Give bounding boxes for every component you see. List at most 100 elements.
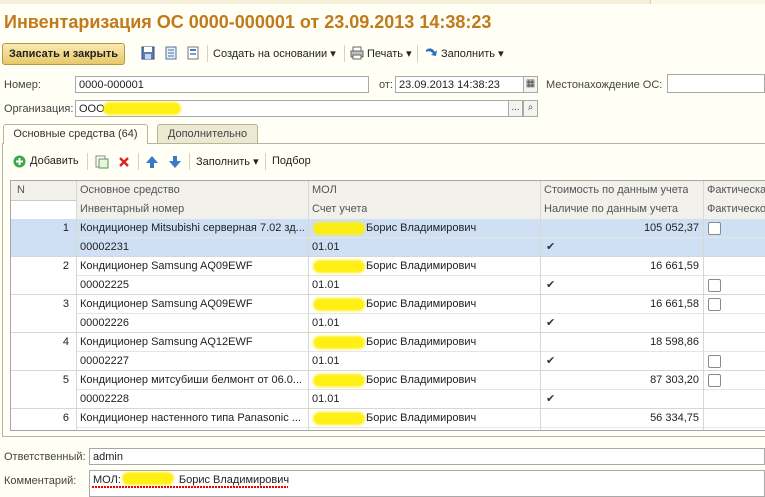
tab-additional[interactable]: Дополнительно	[157, 124, 258, 143]
create-based-on-label: Создать на основании	[213, 48, 328, 60]
header-inventory-number[interactable]: Инвентарный номер	[76, 200, 184, 219]
save-and-close-button[interactable]: Записать и закрыть	[2, 43, 126, 65]
presence-check-icon: ✔	[546, 241, 556, 253]
row-number: 2	[62, 260, 69, 272]
asset-cell[interactable]: Кондиционер Mitsubishi серверная 7.02 зд…	[76, 219, 308, 238]
mol-cell[interactable]: Борис Владимирович	[362, 409, 540, 428]
ellipsis-icon[interactable]: ...	[508, 100, 523, 117]
table-row[interactable]: 4 Кондиционер Samsung AQ12EWF 00002227 Бори…	[11, 333, 765, 371]
asset-cell[interactable]: Кондиционер митсубиши белмонт от 06.0...	[76, 371, 308, 390]
number-field[interactable]: 0000-000001	[75, 76, 369, 93]
toolbar-separator	[87, 153, 88, 170]
cost-cell[interactable]: 16 661,58	[540, 295, 703, 314]
move-down-icon[interactable]	[168, 155, 182, 169]
inventory-number-cell[interactable]: 00002227	[76, 352, 308, 371]
inventory-number-cell[interactable]: 00002226	[76, 314, 308, 333]
page-title: Инвентаризация ОС 0000-000001 от 23.09.2…	[4, 12, 492, 32]
table-row[interactable]: 6 Кондиционер настенного типа Panasonic .…	[11, 409, 765, 430]
asset-cell[interactable]: Кондиционер Samsung AQ09EWF	[76, 295, 308, 314]
account-cell[interactable]: 01.01	[308, 352, 540, 371]
calendar-icon[interactable]: ▦	[523, 76, 538, 93]
inventory-number-cell[interactable]: 00002225	[76, 276, 308, 295]
row-number: 5	[62, 374, 69, 386]
actual-presence-checkbox[interactable]	[708, 222, 721, 235]
table-fill-label: Заполнить	[196, 156, 251, 168]
actual-presence-checkbox[interactable]	[708, 374, 721, 387]
mol-cell[interactable]: Борис Владимирович	[362, 295, 540, 314]
add-row-button[interactable]: Добавить	[30, 155, 79, 167]
window-tab-edge	[650, 0, 765, 4]
asset-cell[interactable]: Кондиционер Samsung AQ12EWF	[76, 333, 308, 352]
actual-presence-checkbox[interactable]	[708, 355, 721, 368]
table-row[interactable]: 1 Кондиционер Mitsubishi серверная 7.02 з…	[11, 219, 765, 257]
print-menu[interactable]: Печать ▾	[367, 47, 412, 60]
header-n[interactable]: N	[13, 181, 25, 200]
table-fill-menu[interactable]: Заполнить ▾	[196, 155, 259, 168]
actual-presence-checkbox[interactable]	[708, 298, 721, 311]
header-presence[interactable]: Наличие по данным учета	[540, 200, 678, 219]
search-icon[interactable]: ⌕	[523, 100, 538, 117]
account-cell[interactable]: 01.01	[308, 314, 540, 333]
organization-label: Организация:	[4, 103, 74, 115]
printer-icon[interactable]	[350, 46, 364, 60]
delete-row-icon[interactable]	[118, 156, 130, 168]
location-field[interactable]	[667, 74, 765, 93]
mol-cell[interactable]: Борис Владимирович	[362, 371, 540, 390]
main-toolbar: Записать и закрыть Создать на основании …	[0, 42, 765, 66]
account-cell[interactable]: 01.01	[308, 390, 540, 409]
header-asset[interactable]: Основное средство	[76, 181, 180, 200]
header-account[interactable]: Счет учета	[308, 200, 367, 219]
fill-arrow-icon[interactable]	[424, 46, 438, 60]
row-number: 4	[62, 336, 69, 348]
pick-button[interactable]: Подбор	[272, 155, 311, 167]
cost-cell[interactable]: 56 334,75	[540, 409, 703, 428]
asset-cell[interactable]: Кондиционер настенного типа Panasonic ..…	[76, 409, 308, 428]
move-up-icon[interactable]	[145, 155, 159, 169]
organization-value: ООО	[79, 103, 105, 115]
inventory-number-cell[interactable]: 00002228	[76, 390, 308, 409]
redaction-mark	[313, 222, 365, 235]
account-cell[interactable]: 01.01	[308, 276, 540, 295]
create-based-on-menu[interactable]: Создать на основании ▾	[213, 47, 336, 60]
cost-cell[interactable]: 105 052,37	[540, 219, 703, 238]
column-divider	[703, 181, 704, 430]
comment-field[interactable]: МОЛ: Борис Владимирович	[89, 470, 765, 497]
actual-presence-checkbox[interactable]	[708, 279, 721, 292]
cost-cell[interactable]: 87 303,20	[540, 371, 703, 390]
comment-label: Комментарий:	[4, 475, 77, 487]
mol-cell[interactable]: Борис Владимирович	[362, 219, 540, 238]
save-icon[interactable]	[141, 46, 155, 60]
document-structure-icon[interactable]	[186, 46, 200, 60]
fill-menu[interactable]: Заполнить ▾	[441, 47, 504, 60]
table-row[interactable]: 2 Кондиционер Samsung AQ09EWF 00002225 Бори…	[11, 257, 765, 295]
table-row[interactable]: 3 Кондиционер Samsung AQ09EWF 00002226 Бори…	[11, 295, 765, 333]
toolbar-separator	[417, 45, 418, 62]
post-document-icon[interactable]	[164, 46, 178, 60]
toolbar-separator	[207, 45, 208, 62]
inventory-number-cell[interactable]: 00002231	[76, 238, 308, 257]
header-actual-1[interactable]: Фактическа	[703, 181, 765, 200]
tab-fixed-assets[interactable]: Основные средства (64)	[3, 124, 148, 144]
table-row[interactable]: 5 Кондиционер митсубиши белмонт от 06.0..…	[11, 371, 765, 409]
number-label: Номер:	[4, 79, 41, 91]
column-divider	[76, 181, 77, 430]
redaction-mark	[103, 102, 181, 115]
mol-cell[interactable]: Борис Владимирович	[362, 333, 540, 352]
copy-row-icon[interactable]	[95, 155, 109, 169]
account-cell[interactable]	[308, 428, 540, 430]
toolbar-separator	[344, 45, 345, 62]
cost-cell[interactable]: 16 661,59	[540, 257, 703, 276]
mol-cell[interactable]: Борис Владимирович	[362, 257, 540, 276]
header-actual-2[interactable]: Фактическо	[703, 200, 765, 219]
responsible-field[interactable]: admin	[89, 448, 765, 465]
toolbar-separator	[265, 153, 266, 170]
inventory-number-cell[interactable]	[76, 428, 308, 430]
asset-cell[interactable]: Кондиционер Samsung AQ09EWF	[76, 257, 308, 276]
header-mol[interactable]: МОЛ	[308, 181, 337, 200]
spellcheck-underline	[92, 486, 288, 488]
cost-cell[interactable]: 18 598,86	[540, 333, 703, 352]
date-field[interactable]: 23.09.2013 14:38:23	[395, 76, 524, 93]
header-cost[interactable]: Стоимость по данным учета	[540, 181, 688, 200]
add-icon[interactable]	[13, 155, 26, 168]
account-cell[interactable]: 01.01	[308, 238, 540, 257]
